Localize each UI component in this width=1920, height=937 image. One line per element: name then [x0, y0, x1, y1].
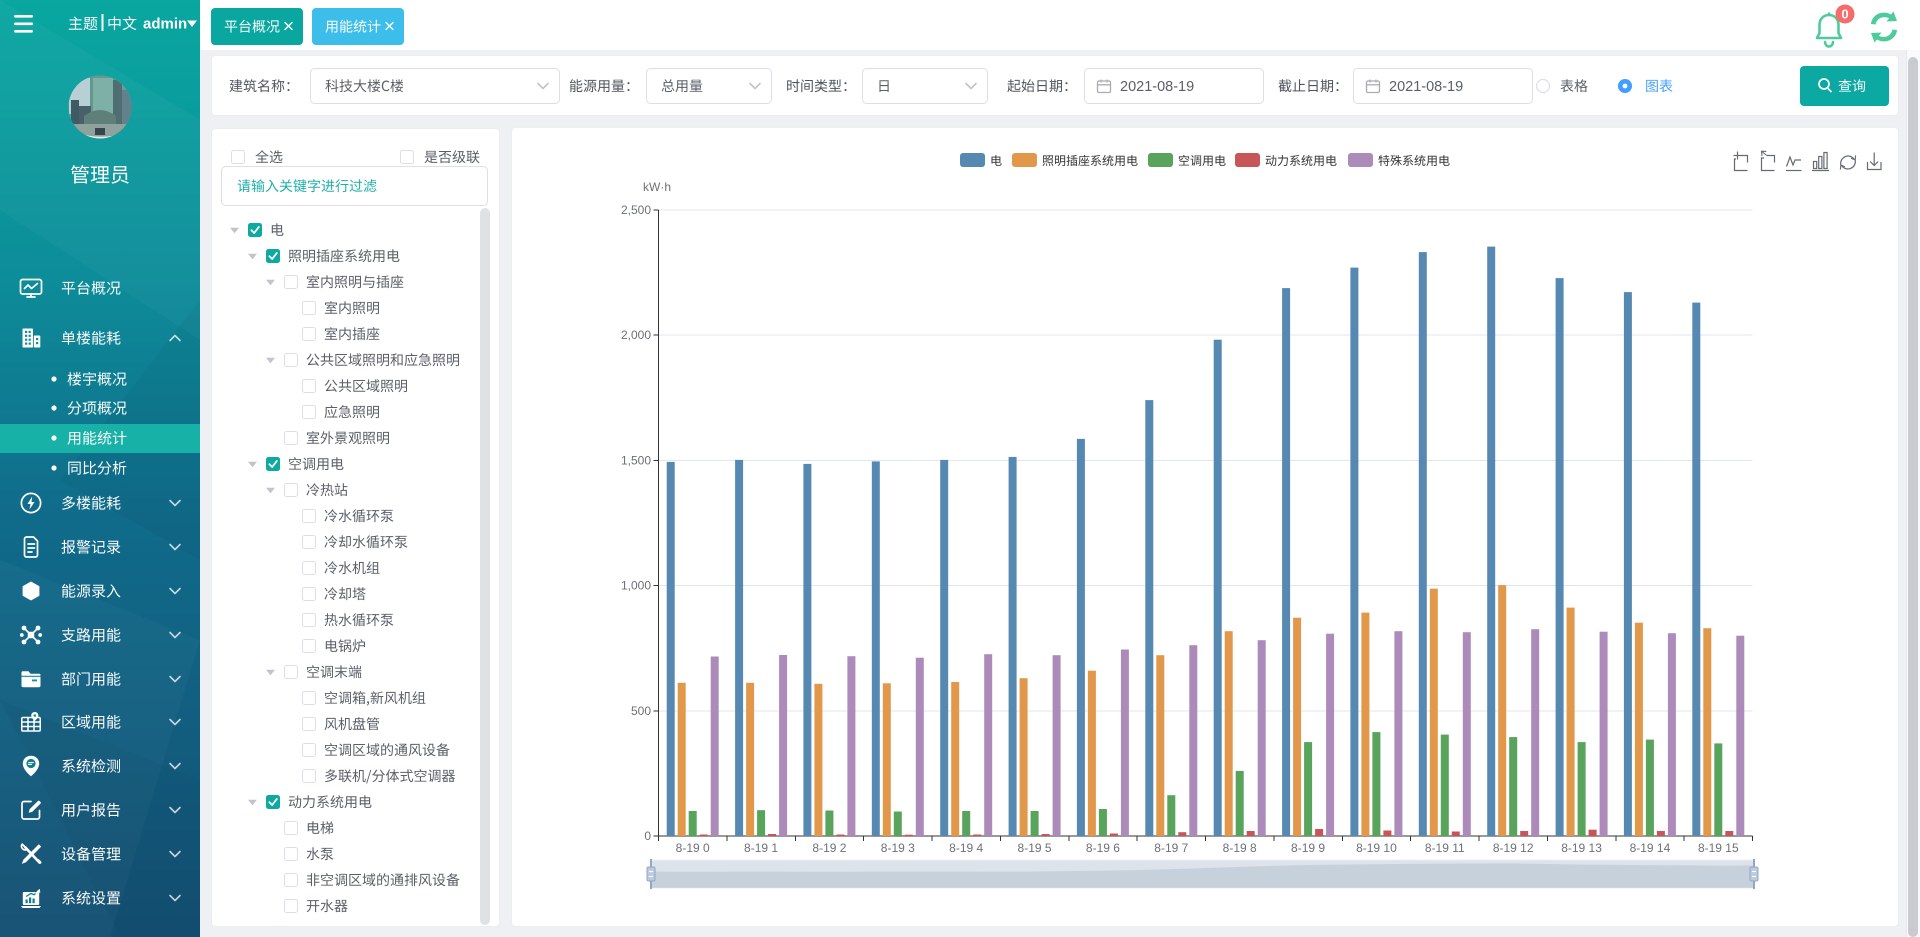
svg-text:8-19 8: 8-19 8 [1223, 841, 1257, 855]
svg-text:8-19 4: 8-19 4 [949, 841, 983, 855]
svg-text:500: 500 [631, 704, 651, 718]
svg-text:2021-08-19: 2021-08-19 [1120, 79, 1194, 95]
svg-text:8-19 3: 8-19 3 [881, 841, 915, 855]
svg-text:8-19 11: 8-19 11 [1425, 841, 1465, 855]
svg-text:kW·h: kW·h [643, 180, 671, 194]
svg-text:2,500: 2,500 [621, 203, 651, 217]
svg-text:1,000: 1,000 [621, 579, 651, 593]
svg-text:8-19 0: 8-19 0 [676, 841, 710, 855]
svg-text:8-19 1: 8-19 1 [744, 841, 778, 855]
svg-text:0: 0 [644, 829, 651, 843]
svg-text:8-19 7: 8-19 7 [1154, 841, 1188, 855]
svg-text:2021-08-19: 2021-08-19 [1389, 79, 1463, 95]
svg-text:8-19 9: 8-19 9 [1291, 841, 1325, 855]
svg-text:8-19 5: 8-19 5 [1018, 841, 1052, 855]
svg-text:8-19 12: 8-19 12 [1493, 841, 1534, 855]
svg-text:2,000: 2,000 [621, 328, 651, 342]
svg-text:admin: admin [143, 16, 187, 33]
svg-text:8-19 2: 8-19 2 [812, 841, 846, 855]
svg-text:8-19 15: 8-19 15 [1698, 841, 1739, 855]
svg-text:8-19 6: 8-19 6 [1086, 841, 1120, 855]
svg-text:8-19 14: 8-19 14 [1630, 841, 1671, 855]
svg-text:8-19 13: 8-19 13 [1561, 841, 1602, 855]
svg-text:0: 0 [1841, 7, 1848, 22]
svg-text:1,500: 1,500 [621, 453, 651, 467]
svg-text:8-19 10: 8-19 10 [1356, 841, 1397, 855]
